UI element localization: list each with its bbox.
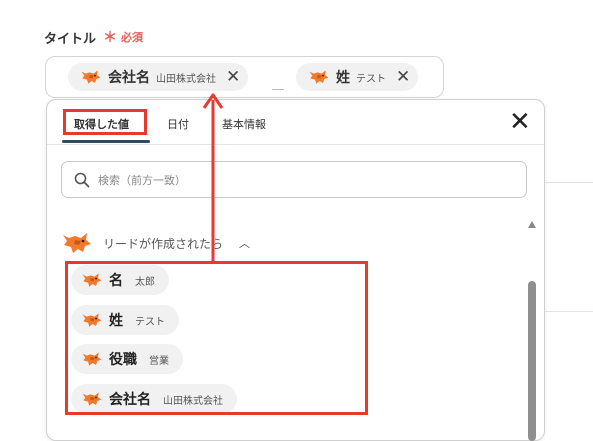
scroll-up-icon[interactable] — [528, 221, 536, 228]
chip-label: 会社名 — [108, 70, 150, 86]
chip-value: テスト — [356, 73, 386, 85]
title-input[interactable]: 会社名 山田株式会社 ✕ 姓 テスト ✕ — [45, 56, 444, 98]
fox-icon — [80, 69, 102, 85]
fox-icon — [61, 231, 93, 255]
highlight-tab — [63, 109, 147, 135]
chip-company-name[interactable]: 会社名 山田株式会社 ✕ — [68, 63, 249, 91]
chip-separator: ＿ — [272, 77, 285, 91]
scrollbar-thumb[interactable] — [528, 281, 536, 441]
tab-date[interactable]: 日付 — [167, 116, 189, 132]
title-field-label: タイトル ＊ 必須 — [44, 27, 143, 47]
required-text: 必須 — [121, 31, 144, 44]
chip-last-name[interactable]: 姓 テスト ✕ — [296, 63, 419, 91]
close-icon[interactable]: ✕ — [396, 68, 410, 86]
chevron-up-icon[interactable]: ︿ — [239, 235, 250, 251]
field-label-text: タイトル — [44, 31, 97, 47]
required-star: ＊ — [103, 30, 118, 46]
section-header[interactable]: リードが作成されたら ︿ — [61, 231, 250, 255]
close-icon[interactable]: ✕ — [509, 109, 531, 135]
highlight-items — [65, 261, 368, 415]
divider — [544, 182, 593, 183]
tab-active-indicator — [62, 140, 150, 143]
divider — [544, 311, 593, 312]
chip-label: 姓 — [336, 70, 350, 86]
section-title: リードが作成されたら — [103, 236, 224, 251]
fox-icon — [308, 69, 330, 85]
chip-value: 山田株式会社 — [156, 73, 216, 85]
search-input[interactable]: 検索（前方一致） — [61, 161, 527, 198]
search-icon — [74, 172, 90, 187]
close-icon[interactable]: ✕ — [226, 68, 240, 86]
tab-basic-info[interactable]: 基本情報 — [222, 116, 266, 132]
search-placeholder: 検索（前方一致） — [98, 173, 186, 187]
